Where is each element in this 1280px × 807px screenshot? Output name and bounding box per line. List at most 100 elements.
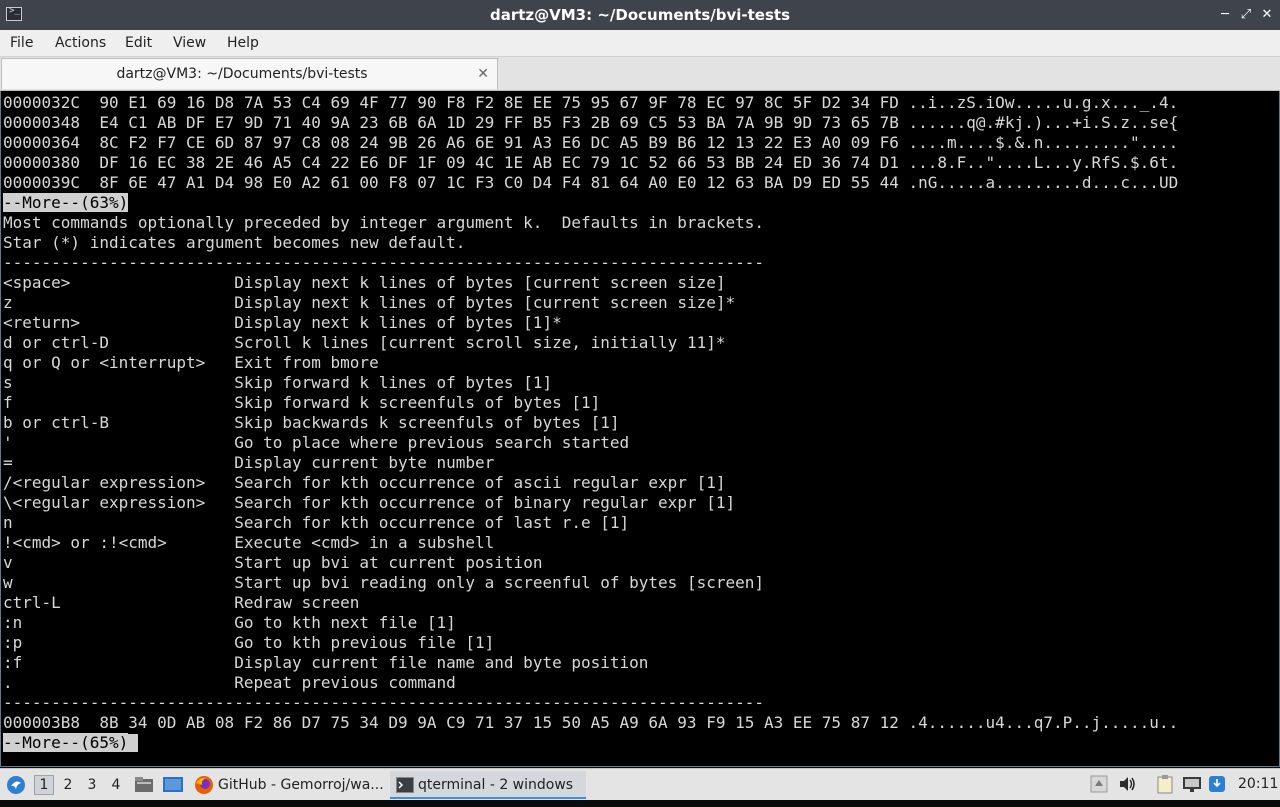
- hex-row: 000003B8 8B 34 0D AB 08 F2 86 D7 75 34 D…: [3, 713, 1179, 732]
- command-spacing: [13, 673, 235, 692]
- hex-row: 00000380 DF 16 EC 38 2E 46 A5 C4 22 E6 D…: [3, 153, 1179, 172]
- tab-bar: dartz@VM3: ~/Documents/bvi-tests ✕: [0, 57, 1280, 91]
- command-description: Repeat previous command: [234, 673, 456, 692]
- command-key: =: [3, 453, 13, 472]
- start-menu-button[interactable]: [6, 769, 26, 800]
- command-key: :f: [3, 653, 23, 672]
- workspace-4[interactable]: 4: [106, 775, 126, 795]
- command-key: w: [3, 573, 13, 592]
- command-spacing: [22, 633, 234, 652]
- workspace-3[interactable]: 3: [82, 775, 102, 795]
- menu-view[interactable]: View: [173, 30, 206, 56]
- tray-network[interactable]: [1182, 769, 1202, 800]
- file-manager-launcher[interactable]: [134, 769, 154, 800]
- command-spacing: [205, 473, 234, 492]
- command-list: <space> Display next k lines of bytes [c…: [3, 273, 764, 692]
- menu-edit[interactable]: Edit: [125, 30, 152, 56]
- command-description: Start up bvi at current position: [234, 553, 543, 572]
- command-description: Display current byte number: [234, 453, 495, 472]
- close-tab-icon[interactable]: ✕: [477, 59, 489, 89]
- command-description: Search for kth occurrence of last r.e [1…: [234, 513, 630, 532]
- menu-actions[interactable]: Actions: [55, 30, 106, 56]
- hex-row: 00000364 8C F2 F7 CE 6D 87 97 C8 08 24 9…: [3, 133, 1179, 152]
- command-spacing: [61, 593, 234, 612]
- tray-update-notifier[interactable]: [1208, 769, 1226, 800]
- close-window-button[interactable]: ✕: [1258, 5, 1276, 25]
- command-spacing: [109, 333, 234, 352]
- update-notifier-icon: [1209, 776, 1225, 792]
- command-key: v: [3, 553, 13, 572]
- tray-volume[interactable]: [1118, 769, 1138, 800]
- command-spacing: [13, 573, 235, 592]
- tray-updates[interactable]: [1090, 769, 1108, 800]
- command-spacing: [205, 493, 234, 512]
- terminal-output[interactable]: 0000032C 90 E1 69 16 D8 7A 53 C4 69 4F 7…: [0, 91, 1280, 767]
- command-key: f: [3, 393, 13, 412]
- desktop-icon: [163, 777, 183, 792]
- command-key: /<regular expression>: [3, 473, 206, 492]
- window-titlebar[interactable]: >_ dartz@VM3: ~/Documents/bvi-tests ─ ⤢ …: [0, 0, 1280, 30]
- command-key: <space>: [3, 273, 71, 292]
- command-spacing: [109, 413, 234, 432]
- command-description: Redraw screen: [234, 593, 360, 612]
- terminal-icon: [396, 777, 414, 793]
- command-key: d or ctrl-D: [3, 333, 109, 352]
- command-key: :p: [3, 633, 23, 652]
- task-qterminal[interactable]: qterminal - 2 windows: [390, 771, 586, 799]
- terminal-cursor: [128, 734, 139, 752]
- command-spacing: [80, 313, 234, 332]
- menu-file[interactable]: File: [10, 30, 33, 56]
- command-key: n: [3, 513, 13, 532]
- command-spacing: [13, 553, 235, 572]
- separator-line: ----------------------------------------…: [3, 693, 764, 712]
- terminal-text: 0000032C 90 E1 69 16 D8 7A 53 C4 69 4F 7…: [3, 93, 1178, 753]
- command-spacing: [13, 373, 235, 392]
- more-prompt: --More--(65%): [3, 733, 129, 752]
- tray-arrow-icon: [1090, 775, 1108, 793]
- command-key: :n: [3, 613, 23, 632]
- command-spacing: [22, 653, 234, 672]
- menu-help[interactable]: Help: [227, 30, 259, 56]
- folder-icon: [135, 777, 153, 792]
- task-firefox[interactable]: GitHub - Gemorroj/wa...: [190, 771, 386, 799]
- taskbar: 1 2 3 4 GitHub - Gemorroj/wa... qtermina…: [0, 768, 1280, 800]
- command-spacing: [167, 533, 234, 552]
- workspace-1[interactable]: 1: [34, 775, 54, 795]
- clock[interactable]: 20:11: [1238, 769, 1278, 800]
- command-key: !<cmd> or :!<cmd>: [3, 533, 167, 552]
- more-prompt: --More--(63%): [3, 193, 129, 212]
- hex-row: 00000348 E4 C1 AB DF E7 9D 71 40 9A 23 6…: [3, 113, 1179, 132]
- network-icon: [1183, 777, 1201, 792]
- workspace-2[interactable]: 2: [58, 775, 78, 795]
- command-spacing: [13, 393, 235, 412]
- command-description: Display next k lines of bytes [current s…: [234, 293, 736, 312]
- command-description: Search for kth occurrence of binary regu…: [234, 493, 736, 512]
- maximize-button[interactable]: ⤢: [1237, 5, 1255, 25]
- command-description: Start up bvi reading only a screenful of…: [234, 573, 765, 592]
- hex-row: 0000039C 8F 6E 47 A1 D4 98 E0 A2 61 00 F…: [3, 173, 1179, 192]
- command-description: Skip forward k lines of bytes [1]: [234, 373, 553, 392]
- command-description: Go to kth previous file [1]: [234, 633, 495, 652]
- task-firefox-label: GitHub - Gemorroj/wa...: [218, 777, 384, 793]
- command-description: Display next k lines of bytes [1]*: [234, 313, 562, 332]
- command-spacing: [70, 273, 234, 292]
- command-description: Go to place where previous search starte…: [234, 433, 630, 452]
- clipboard-icon: [1157, 775, 1173, 794]
- show-desktop-button[interactable]: [162, 769, 184, 800]
- minimize-button[interactable]: ─: [1216, 5, 1234, 25]
- window-title: dartz@VM3: ~/Documents/bvi-tests: [489, 6, 791, 24]
- tray-clipboard[interactable]: [1156, 769, 1174, 800]
- command-description: Skip backwards k screenfuls of bytes [1]: [234, 413, 620, 432]
- lxqt-logo-icon: [7, 776, 25, 794]
- command-key: .: [3, 673, 13, 692]
- command-key: \<regular expression>: [3, 493, 206, 512]
- separator-line: ----------------------------------------…: [3, 253, 764, 272]
- command-spacing: [13, 513, 235, 532]
- command-description: Execute <cmd> in a subshell: [234, 533, 495, 552]
- command-description: Exit from bmore: [234, 353, 379, 372]
- command-description: Go to kth next file [1]: [234, 613, 456, 632]
- command-key: ctrl-L: [3, 593, 61, 612]
- terminal-tab[interactable]: dartz@VM3: ~/Documents/bvi-tests ✕: [1, 58, 498, 89]
- command-spacing: [205, 353, 234, 372]
- command-spacing: [13, 453, 235, 472]
